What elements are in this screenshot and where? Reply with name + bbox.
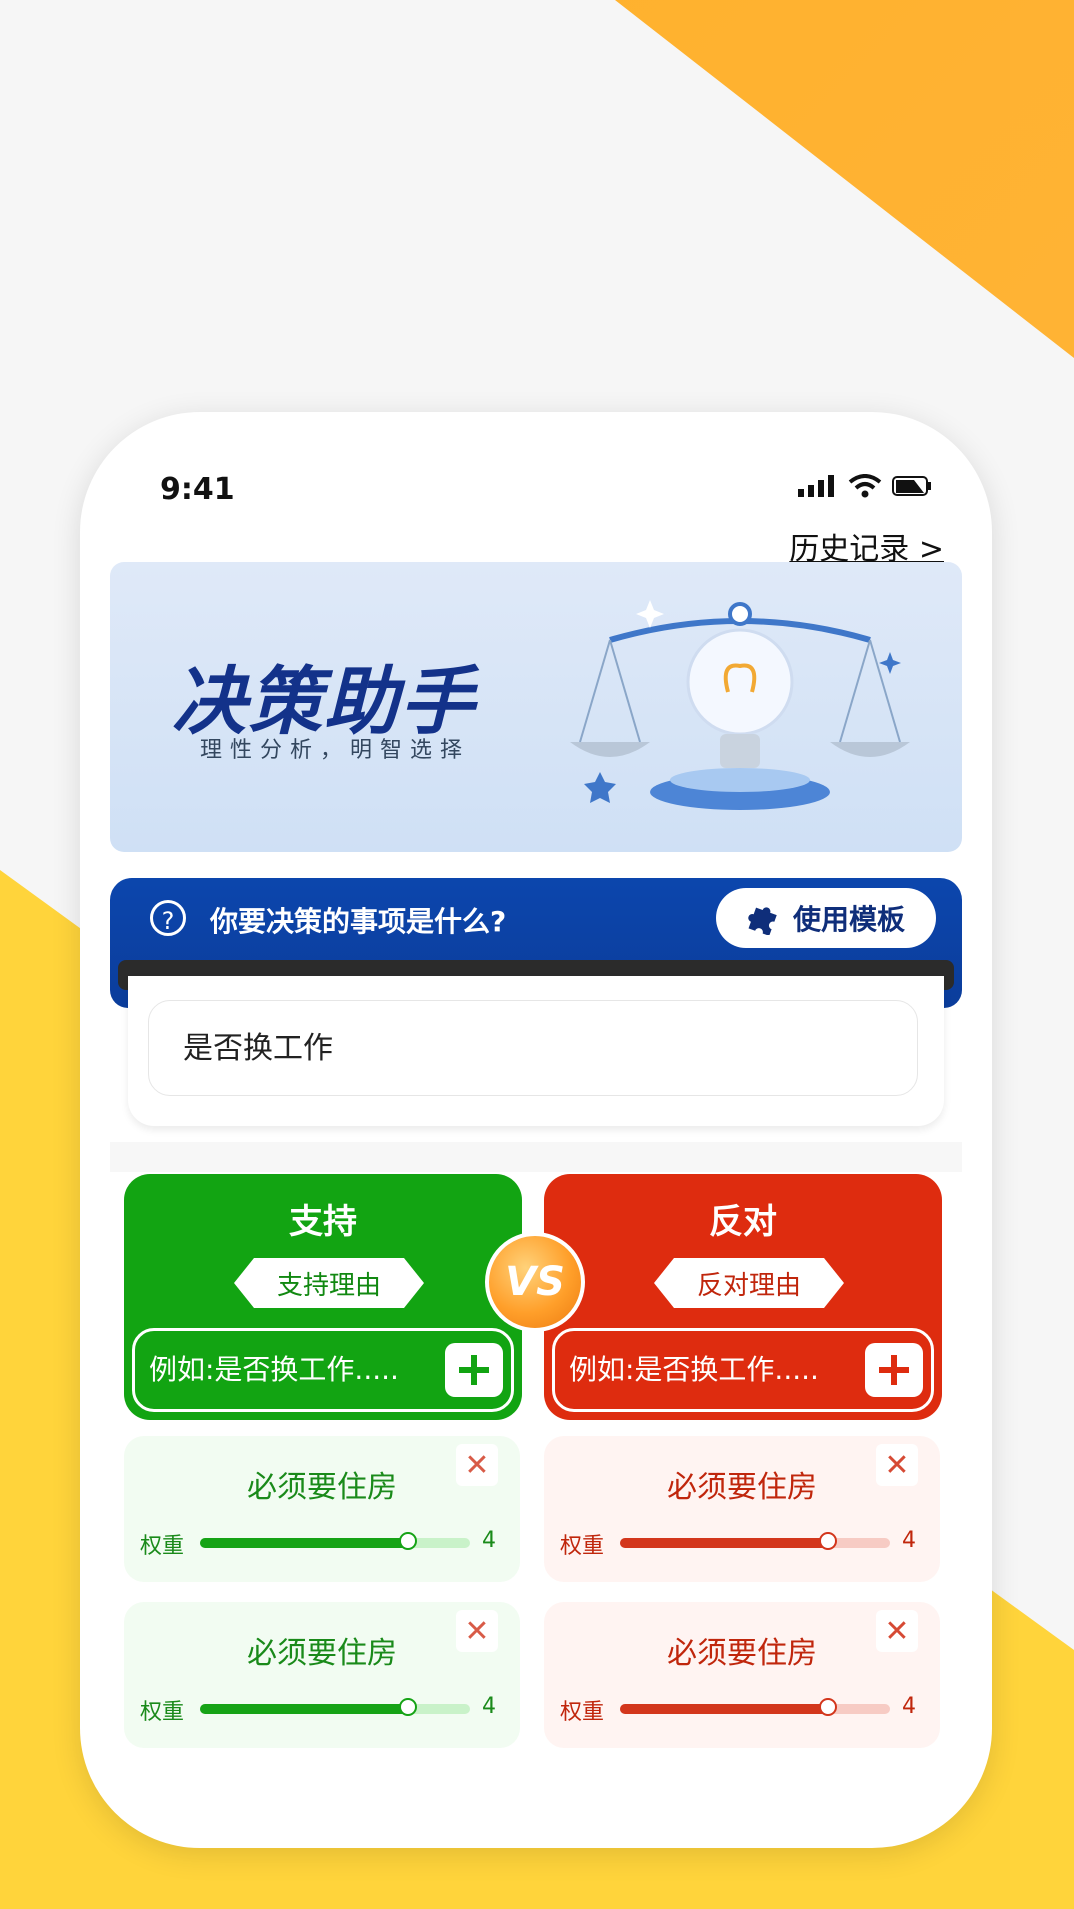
weight-slider-fill <box>620 1538 828 1548</box>
weight-value: 4 <box>482 1528 496 1553</box>
scale-lightbulb-illustration <box>570 600 910 810</box>
question-card: 是否换工作 <box>128 976 944 1126</box>
weight-slider-fill <box>200 1704 408 1714</box>
support-column: 支持 支持理由 例如:是否换工作..... <box>124 1174 522 1420</box>
support-item: 必须要住房 ✕ 权重 4 <box>124 1602 520 1748</box>
oppose-item: 必须要住房 ✕ 权重 4 <box>544 1602 940 1748</box>
question-prompt: 你要决策的事项是什么? <box>210 905 507 938</box>
wifi-icon <box>848 474 882 498</box>
weight-label: 权重 <box>140 1700 185 1725</box>
question-circle-icon: ? <box>150 900 186 936</box>
weight-label: 权重 <box>560 1700 605 1725</box>
close-icon[interactable]: ✕ <box>876 1444 918 1486</box>
section-divider <box>110 1142 962 1172</box>
status-time: 9:41 <box>160 472 235 507</box>
support-reason-placeholder: 例如:是否换工作..... <box>149 1353 399 1386</box>
plus-icon <box>879 1355 909 1385</box>
weight-label: 权重 <box>560 1534 605 1559</box>
decision-input[interactable]: 是否换工作 <box>148 1000 918 1096</box>
vs-badge: VS <box>485 1232 585 1332</box>
weight-value: 4 <box>902 1694 916 1719</box>
banner-subtitle: 理性分析，明智选择 <box>200 738 471 763</box>
close-icon[interactable]: ✕ <box>456 1610 498 1652</box>
weight-slider[interactable] <box>620 1532 890 1550</box>
phone-frame: 9:41 历史记录 > 决策助手 理性分析，明智选择 ? 你要决策的事项是什么?… <box>80 412 992 1848</box>
weight-slider[interactable] <box>200 1698 470 1716</box>
puzzle-icon <box>748 907 777 935</box>
oppose-item: 必须要住房 ✕ 权重 4 <box>544 1436 940 1582</box>
support-reason-tag: 支持理由 <box>234 1258 424 1308</box>
support-item: 必须要住房 ✕ 权重 4 <box>124 1436 520 1582</box>
weight-slider-fill <box>200 1538 408 1548</box>
support-reason-input[interactable]: 例如:是否换工作..... <box>132 1328 514 1412</box>
weight-slider-handle[interactable] <box>398 1532 417 1550</box>
add-oppose-button[interactable] <box>865 1343 923 1397</box>
app-screen: 9:41 历史记录 > 决策助手 理性分析，明智选择 ? 你要决策的事项是什么?… <box>110 442 962 1818</box>
battery-icon <box>892 476 931 496</box>
oppose-reason-placeholder: 例如:是否换工作..... <box>569 1353 819 1386</box>
weight-slider[interactable] <box>620 1698 890 1716</box>
weight-slider-handle[interactable] <box>398 1698 417 1716</box>
close-icon[interactable]: ✕ <box>876 1610 918 1652</box>
weight-slider[interactable] <box>200 1532 470 1550</box>
plus-icon <box>459 1355 489 1385</box>
weight-label: 权重 <box>140 1534 185 1559</box>
weight-value: 4 <box>482 1694 496 1719</box>
use-template-label: 使用模板 <box>792 903 905 936</box>
use-template-button[interactable]: 使用模板 <box>716 888 936 948</box>
signal-icon <box>798 475 834 497</box>
oppose-reason-input[interactable]: 例如:是否换工作..... <box>552 1328 934 1412</box>
weight-slider-handle[interactable] <box>818 1698 837 1716</box>
oppose-reason-tag: 反对理由 <box>654 1258 844 1308</box>
oppose-column: 反对 反对理由 例如:是否换工作..... <box>544 1174 942 1420</box>
status-icons <box>798 474 932 498</box>
add-support-button[interactable] <box>445 1343 503 1397</box>
weight-slider-handle[interactable] <box>818 1532 837 1550</box>
oppose-title: 反对 <box>709 1202 777 1242</box>
close-icon[interactable]: ✕ <box>456 1444 498 1486</box>
weight-slider-fill <box>620 1704 828 1714</box>
support-title: 支持 <box>289 1202 357 1242</box>
weight-value: 4 <box>902 1528 916 1553</box>
banner: 决策助手 理性分析，明智选择 <box>110 562 962 852</box>
